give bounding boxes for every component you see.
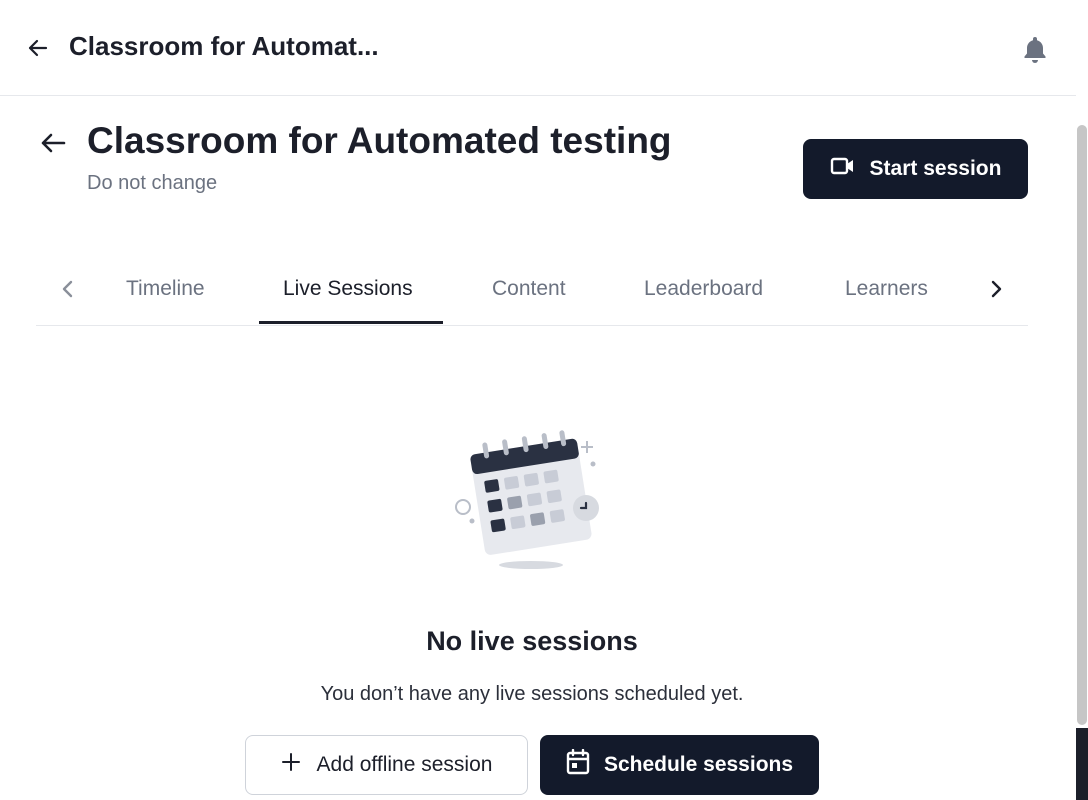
active-tab-indicator [259,321,443,324]
schedule-sessions-button[interactable]: Schedule sessions [540,735,819,795]
tab-learners[interactable]: Learners [845,277,928,301]
video-camera-icon [830,156,856,182]
top-bar: Classroom for Automat... [0,0,1076,96]
tab-leaderboard[interactable]: Leaderboard [644,277,763,301]
tab-content[interactable]: Content [492,277,566,301]
empty-state-title: No live sessions [426,626,638,656]
calendar-illustration-icon [446,428,616,578]
topbar-title: Classroom for Automat... [69,31,379,61]
start-session-button[interactable]: Start session [803,139,1028,199]
calendar-icon [566,748,590,781]
chevron-right-icon[interactable] [982,275,1010,303]
scrollbar-thumb[interactable] [1077,125,1087,725]
arrow-left-icon[interactable] [36,126,70,160]
chevron-left-icon[interactable] [54,275,82,303]
add-offline-session-button[interactable]: Add offline session [245,735,528,795]
schedule-sessions-label: Schedule sessions [603,753,794,776]
empty-state-text: You don’t have any live sessions schedul… [320,683,744,705]
tab-live-sessions[interactable]: Live Sessions [283,277,413,301]
tab-bar: Timeline Live Sessions Content Leaderboa… [36,255,1028,326]
bell-icon[interactable] [1020,34,1050,64]
plus-icon [281,752,301,778]
page-subtitle: Do not change [87,172,218,194]
tab-timeline[interactable]: Timeline [126,277,205,301]
scrollbar-edge [1076,728,1088,800]
page-title: Classroom for Automated testing [87,120,672,161]
arrow-left-icon[interactable] [24,34,52,62]
start-session-label: Start session [869,157,1002,180]
add-offline-session-label: Add offline session [316,753,493,776]
